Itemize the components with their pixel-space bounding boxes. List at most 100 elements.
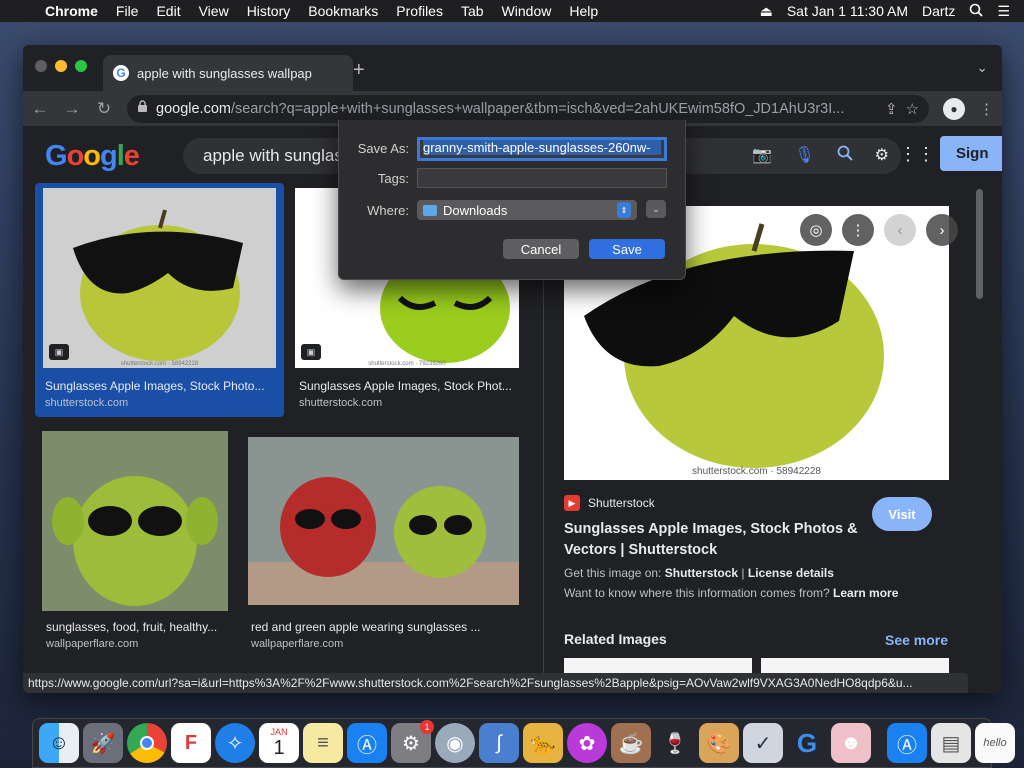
image-result-card[interactable]: red and green apple wearing sunglasses .… (245, 431, 521, 656)
profile-avatar-icon[interactable]: ● (943, 97, 965, 120)
learn-more-link[interactable]: Learn more (833, 586, 898, 600)
watermark: shutterstock.com · 58942228 (692, 466, 821, 477)
script-editor-icon[interactable]: ∫ (479, 723, 519, 763)
save-as-field[interactable]: granny-smith-apple-sunglasses-260nw- (417, 137, 667, 161)
menu-window[interactable]: Window (493, 3, 561, 19)
cheetah-app-icon[interactable]: 🐆 (523, 723, 563, 763)
save-dialog: Save As: granny-smith-apple-sunglasses-2… (338, 120, 686, 280)
reload-icon[interactable]: ↻ (95, 99, 113, 119)
hello-file-icon[interactable]: hello (975, 723, 1015, 763)
finder-icon[interactable]: ☺ (39, 723, 79, 763)
control-center-icon[interactable]: ☰ (997, 3, 1010, 20)
anime-character-app-icon[interactable]: ☻ (831, 723, 871, 763)
notes-icon[interactable]: ≡ (303, 723, 343, 763)
image-result-thumbnail[interactable] (248, 437, 519, 605)
lens-search-icon[interactable]: ◎ (800, 214, 832, 246)
where-select[interactable]: Downloads ⇕ (417, 200, 637, 220)
flashcards-app-icon[interactable]: F (171, 723, 211, 763)
license-details-link[interactable]: License details (748, 566, 834, 580)
kebab-menu-icon[interactable]: ⋮ (979, 100, 994, 118)
minimize-window-button[interactable] (55, 60, 67, 72)
result-title[interactable]: Sunglasses Apple Images, Stock Phot... (299, 379, 519, 393)
back-arrow-icon[interactable]: ← (31, 99, 49, 119)
image-result-card[interactable]: shutterstock.com · 58942228 ▣ Sunglasses… (35, 183, 284, 417)
result-title[interactable]: red and green apple wearing sunglasses .… (251, 620, 516, 634)
tags-field[interactable] (417, 168, 667, 188)
coffee-app-icon[interactable]: ☕ (611, 723, 651, 763)
get-image-source-link[interactable]: Shutterstock (665, 566, 738, 580)
flower-app-icon[interactable]: ✿ (567, 723, 607, 763)
result-source[interactable]: shutterstock.com (299, 397, 382, 409)
zoom-window-button[interactable] (75, 60, 87, 72)
spotlight-search-icon[interactable] (969, 3, 984, 20)
launchpad-rocket-icon[interactable]: 🚀 (83, 723, 123, 763)
paint-palette-icon[interactable]: 🎨 (699, 723, 739, 763)
see-more-link[interactable]: See more (885, 632, 948, 648)
sign-in-button[interactable]: Sign (940, 136, 1002, 171)
search-icon[interactable] (837, 145, 853, 166)
result-source[interactable]: wallpaperflare.com (251, 638, 343, 650)
preview-source-name: Shutterstock (588, 496, 655, 510)
menu-history[interactable]: History (238, 3, 300, 19)
address-bar[interactable]: google.com/search?q=apple+with+sunglasse… (127, 94, 929, 123)
tab-google-images[interactable]: G apple with sunglasses wallpap (103, 55, 353, 91)
menu-chrome[interactable]: Chrome (36, 3, 107, 19)
cancel-button[interactable]: Cancel (503, 239, 579, 259)
lock-icon (137, 100, 148, 117)
result-source[interactable]: shutterstock.com (45, 397, 128, 409)
menubar-clock[interactable]: Sat Jan 1 11:30 AM (787, 3, 908, 19)
preview-source[interactable]: ▶ Shutterstock (564, 495, 655, 511)
image-result-thumbnail[interactable] (42, 431, 228, 611)
menu-edit[interactable]: Edit (147, 3, 189, 19)
menu-bar: Chrome File Edit View History Bookmarks … (0, 0, 1024, 22)
calendar-icon[interactable]: JAN 1 (259, 723, 299, 763)
next-arrow-icon[interactable]: › (926, 214, 958, 246)
tab-search-chevron-icon[interactable]: ⌄ (976, 59, 988, 76)
wine-glass-icon[interactable]: 🍷 (655, 723, 695, 763)
expand-dialog-chevron-icon[interactable]: ⌄ (646, 200, 666, 218)
google-logo[interactable]: Google (45, 140, 140, 173)
result-title[interactable]: Sunglasses Apple Images, Stock Photo... (45, 379, 275, 393)
safari-compass-icon[interactable]: ✧ (215, 723, 255, 763)
app-store-download-icon[interactable]: Ⓐ (887, 723, 927, 763)
console-app-icon[interactable]: ✓ (743, 723, 783, 763)
forward-arrow-icon[interactable]: → (63, 99, 81, 119)
more-options-icon[interactable]: ⋮ (842, 214, 874, 246)
google-favicon-icon: G (113, 65, 129, 81)
g-app-icon[interactable]: G (787, 723, 827, 763)
trash-icon[interactable]: 🗑 (1019, 723, 1024, 763)
eject-icon[interactable]: ⏏ (760, 3, 773, 20)
menu-file[interactable]: File (107, 3, 148, 19)
disk-utility-icon[interactable]: ◉ (435, 723, 475, 763)
new-tab-button[interactable]: + (353, 59, 365, 82)
related-images-heading: Related Images (564, 631, 667, 647)
previous-arrow-icon[interactable]: ‹ (884, 214, 916, 246)
chrome-icon[interactable] (127, 723, 167, 763)
close-window-button[interactable] (35, 60, 47, 72)
menu-help[interactable]: Help (560, 3, 607, 19)
document-file-icon[interactable]: ▤ (931, 723, 971, 763)
page-scrollbar[interactable] (973, 181, 985, 693)
result-title[interactable]: sunglasses, food, fruit, healthy... (46, 620, 226, 634)
settings-gear-icon[interactable]: ⚙ (875, 145, 889, 166)
menu-view[interactable]: View (190, 3, 238, 19)
scrollbar-thumb[interactable] (976, 189, 983, 299)
bookmark-star-icon[interactable]: ☆ (906, 100, 919, 118)
camera-search-icon[interactable]: 📷 (752, 145, 772, 166)
save-button[interactable]: Save (589, 239, 665, 259)
search-query-text: apple with sunglass (203, 146, 352, 165)
result-source[interactable]: wallpaperflare.com (46, 638, 138, 650)
visit-button[interactable]: Visit (872, 497, 932, 531)
menubar-user[interactable]: Dartz (922, 3, 955, 19)
menu-bookmarks[interactable]: Bookmarks (299, 3, 387, 19)
preview-title[interactable]: Sunglasses Apple Images, Stock Photos & … (564, 519, 864, 561)
menu-tab[interactable]: Tab (452, 3, 493, 19)
share-icon[interactable]: ⇪ (885, 100, 898, 118)
microphone-icon[interactable]: 🎙 (794, 145, 814, 166)
image-type-icon: ▣ (49, 344, 69, 360)
image-result-card[interactable]: sunglasses, food, fruit, healthy... wall… (41, 431, 231, 656)
app-store-icon[interactable]: Ⓐ (347, 723, 387, 763)
menu-profiles[interactable]: Profiles (387, 3, 452, 19)
image-result-thumbnail[interactable]: shutterstock.com · 58942228 ▣ (43, 188, 276, 368)
system-preferences-gear-icon[interactable]: ⚙ 1 (391, 720, 434, 763)
